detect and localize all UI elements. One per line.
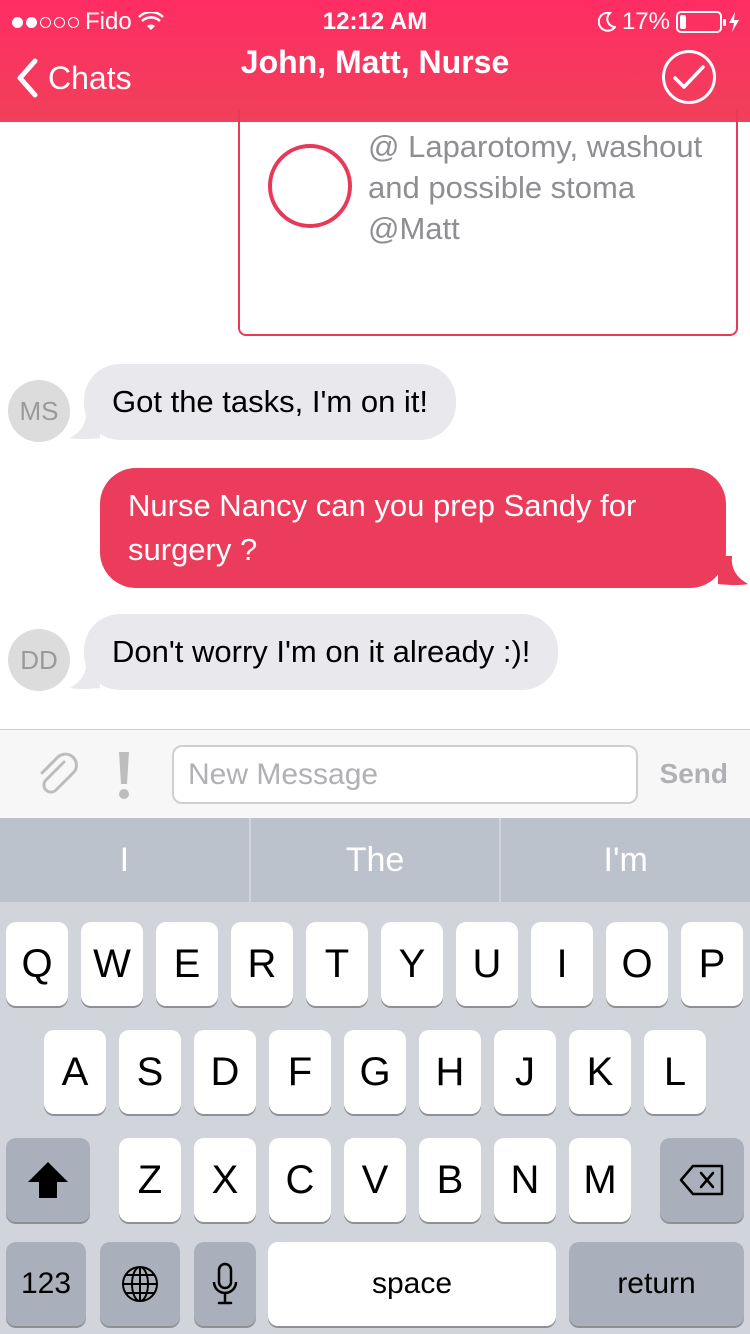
task-card[interactable]: @ Laparotomy, washout and possible stoma… <box>238 110 738 336</box>
keyboard: I The I'm Q W E R T Y U I O P A S D F G … <box>0 818 750 1334</box>
key-u[interactable]: U <box>456 922 518 1006</box>
key-w[interactable]: W <box>81 922 143 1006</box>
message-input[interactable] <box>172 745 638 804</box>
checkmark-icon <box>673 65 705 89</box>
key-v[interactable]: V <box>344 1138 406 1222</box>
microphone-key[interactable] <box>194 1242 256 1326</box>
key-i[interactable]: I <box>531 922 593 1006</box>
key-z[interactable]: Z <box>119 1138 181 1222</box>
avatar: DD <box>8 629 70 691</box>
battery-percent: 17% <box>621 8 670 35</box>
outgoing-message: Nurse Nancy can you prep Sandy for surge… <box>100 468 726 588</box>
charging-bolt-icon <box>729 12 739 32</box>
space-key[interactable]: space <box>268 1242 556 1326</box>
key-r[interactable]: R <box>231 922 293 1006</box>
predictive-bar: I The I'm <box>0 818 750 902</box>
key-a[interactable]: A <box>44 1030 106 1114</box>
key-m[interactable]: M <box>569 1138 631 1222</box>
key-e[interactable]: E <box>156 922 218 1006</box>
priority-icon[interactable] <box>114 750 134 802</box>
shift-key[interactable] <box>6 1138 90 1222</box>
key-x[interactable]: X <box>194 1138 256 1222</box>
task-text: @ Laparotomy, washout and possible stoma… <box>368 129 703 246</box>
key-n[interactable]: N <box>494 1138 556 1222</box>
key-t[interactable]: T <box>306 922 368 1006</box>
delete-key[interactable] <box>660 1138 744 1222</box>
key-y[interactable]: Y <box>381 922 443 1006</box>
task-checkbox[interactable] <box>268 144 352 228</box>
bubble-tail <box>718 556 748 585</box>
suggestion[interactable]: I'm <box>501 818 750 902</box>
key-o[interactable]: O <box>606 922 668 1006</box>
avatar: MS <box>8 380 70 442</box>
suggestion[interactable]: I <box>0 818 251 902</box>
key-j[interactable]: J <box>494 1030 556 1114</box>
status-bar: Fido 12:12 AM 17% <box>0 0 750 40</box>
chat-header: Fido 12:12 AM 17% Chats John, Matt, Nurs… <box>0 0 750 122</box>
key-s[interactable]: S <box>119 1030 181 1114</box>
globe-icon <box>122 1266 158 1302</box>
globe-key[interactable] <box>100 1242 180 1326</box>
moon-icon <box>597 12 616 32</box>
battery-status: 17% <box>597 8 740 36</box>
key-p[interactable]: P <box>681 922 743 1006</box>
key-d[interactable]: D <box>194 1030 256 1114</box>
complete-button[interactable] <box>662 50 716 104</box>
shift-arrow-icon <box>28 1162 68 1198</box>
key-l[interactable]: L <box>644 1030 706 1114</box>
microphone-icon <box>212 1262 238 1305</box>
send-button[interactable]: Send <box>660 758 728 790</box>
key-q[interactable]: Q <box>6 922 68 1006</box>
key-b[interactable]: B <box>419 1138 481 1222</box>
return-key[interactable]: return <box>569 1242 744 1326</box>
key-f[interactable]: F <box>269 1030 331 1114</box>
key-k[interactable]: K <box>569 1030 631 1114</box>
key-g[interactable]: G <box>344 1030 406 1114</box>
message-composer: Send <box>0 729 750 818</box>
backspace-icon <box>679 1164 724 1196</box>
suggestion[interactable]: The <box>251 818 502 902</box>
conversation-title: John, Matt, Nurse <box>240 44 510 80</box>
incoming-message: Don't worry I'm on it already :)! <box>84 614 559 690</box>
numbers-key[interactable]: 123 <box>6 1242 86 1326</box>
key-c[interactable]: C <box>269 1138 331 1222</box>
incoming-message: Got the tasks, I'm on it! <box>84 364 457 440</box>
key-h[interactable]: H <box>419 1030 481 1114</box>
paperclip-icon[interactable] <box>34 752 82 800</box>
battery-icon <box>676 11 726 33</box>
